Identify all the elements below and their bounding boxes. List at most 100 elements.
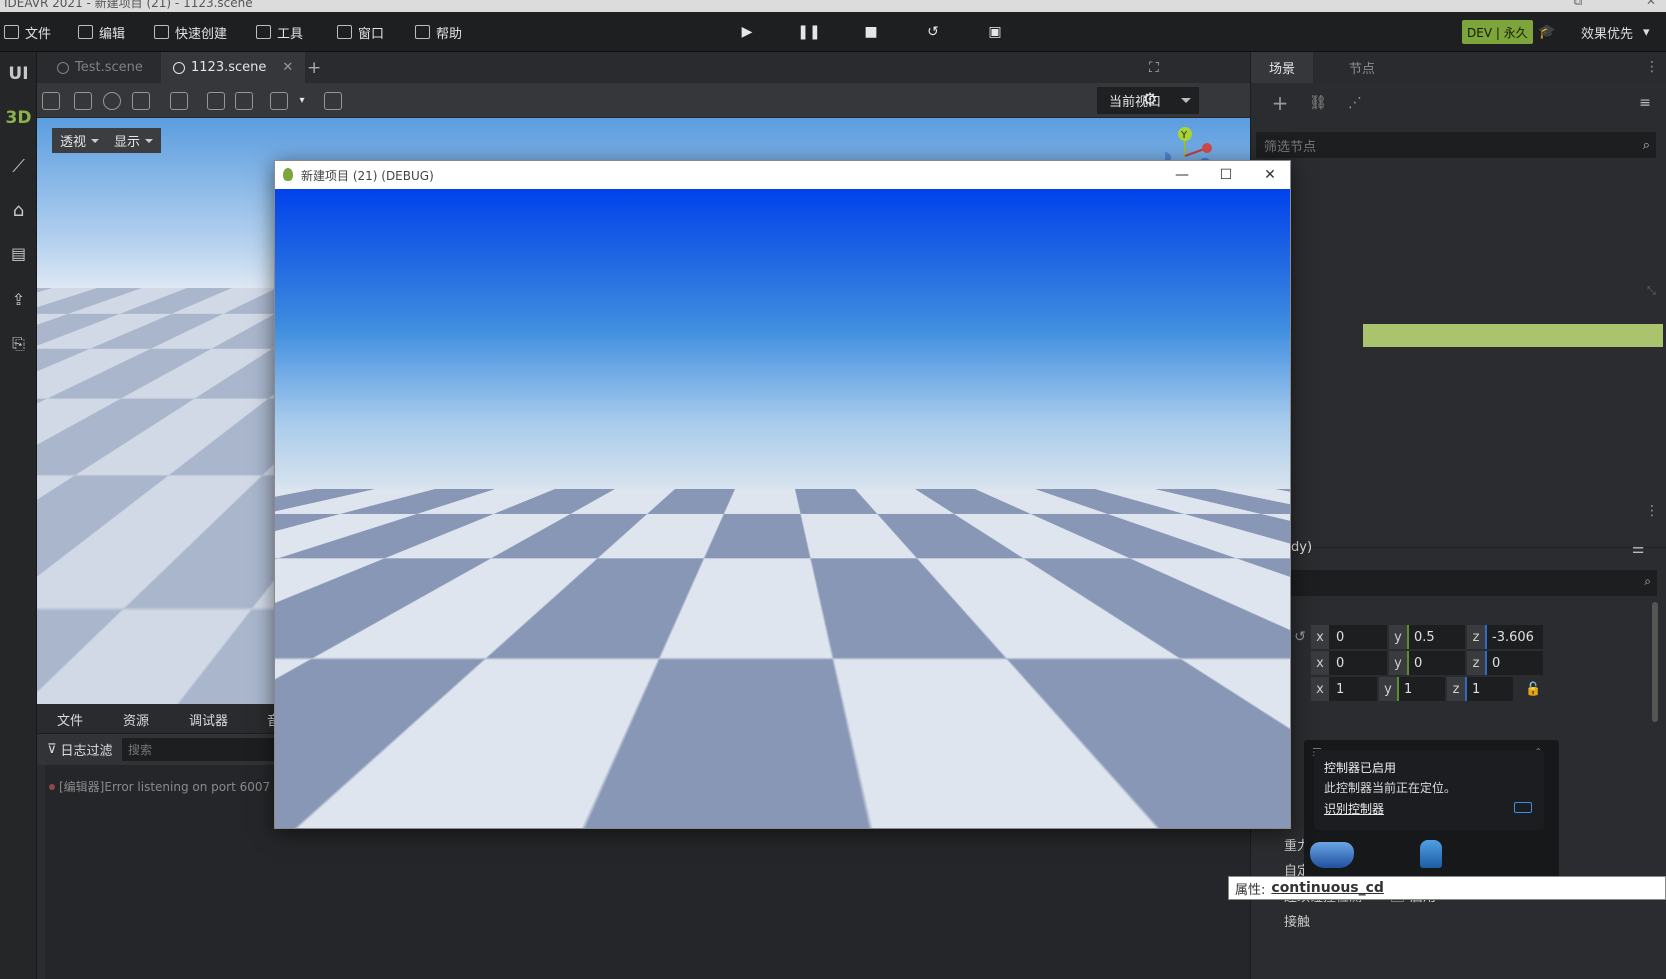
popup-body: 此控制器当前正在定位。 xyxy=(1324,781,1457,795)
viewport-toolbar: ▾ 当前视口 ⚙ xyxy=(37,83,1250,118)
log-entry[interactable]: [编辑器]Error listening on port 6007 xyxy=(49,778,270,795)
menu-label: 文件 xyxy=(25,26,52,42)
sliders-icon[interactable]: ⚌ xyxy=(1629,540,1647,558)
white-cube[interactable] xyxy=(889,555,1054,753)
lock-icon[interactable]: 🔓 xyxy=(1525,682,1541,697)
rail-ui[interactable]: UI xyxy=(0,64,37,84)
debug-title-bar[interactable]: 新建项目 (21) (DEBUG) — ☐ ✕ xyxy=(275,161,1290,189)
debug-window[interactable]: 新建项目 (21) (DEBUG) — ☐ ✕ xyxy=(274,160,1291,829)
grid-tool-icon[interactable] xyxy=(270,92,288,110)
y-label: y xyxy=(1389,625,1407,649)
store-icon[interactable]: ⌂ xyxy=(0,200,37,221)
tab-files[interactable]: 文件 xyxy=(57,704,83,734)
frame-tool-icon[interactable] xyxy=(170,92,188,110)
clapper-icon[interactable]: ▣ xyxy=(986,23,1004,41)
reset-icon[interactable]: ↺ xyxy=(1291,628,1309,646)
gear-icon[interactable]: ⚙ xyxy=(1141,90,1159,110)
controller-icon[interactable] xyxy=(1420,840,1442,868)
debug-render-view[interactable] xyxy=(275,189,1290,828)
projection-button[interactable]: 透视 xyxy=(52,128,108,153)
y-label: y xyxy=(1379,677,1397,701)
close-icon[interactable]: ✕ xyxy=(282,60,293,75)
minimize-button[interactable]: — xyxy=(1160,161,1204,189)
tab-node[interactable]: 节点 xyxy=(1331,52,1393,83)
node-filter-input[interactable]: 筛选节点 ⌕ xyxy=(1256,132,1656,158)
property-tooltip: 属性: continuous_cd xyxy=(1228,876,1666,900)
tab-debugger[interactable]: 调试器 xyxy=(189,704,228,734)
display-label: 显示 xyxy=(114,135,141,150)
tab-test-scene[interactable]: Test.scene xyxy=(45,52,155,83)
x-label: x xyxy=(1311,625,1329,649)
scale-x-input[interactable]: 1 xyxy=(1329,677,1377,701)
menu-quick-create[interactable]: 快速创建 xyxy=(154,12,227,52)
position-x-input[interactable]: 0 xyxy=(1329,625,1387,649)
undo-icon[interactable]: ↺ xyxy=(924,23,942,41)
license-badge[interactable]: DEV | 永久 xyxy=(1462,20,1533,44)
add-node-icon[interactable]: + xyxy=(1271,91,1289,115)
log-text: [编辑器]Error listening on port 6007 xyxy=(59,780,271,794)
tab-assets[interactable]: 资源 xyxy=(123,704,149,734)
log-filter-button[interactable]: ⊽ 日志过滤 xyxy=(47,734,113,765)
play-icon[interactable]: ▶ xyxy=(738,23,756,41)
add-tab-button[interactable]: + xyxy=(295,52,333,83)
identify-controller-link[interactable]: 识别控制器 xyxy=(1324,800,1384,817)
rotate-tool-icon[interactable] xyxy=(103,92,121,110)
export-icon[interactable]: ⇪ xyxy=(0,290,37,309)
scale-z-input[interactable]: 1 xyxy=(1465,677,1513,701)
position-z-input[interactable]: -3.606 xyxy=(1485,625,1543,649)
controller-popup: 控制器已启用 此控制器当前正在定位。 识别控制器 xyxy=(1314,750,1544,830)
debug-window-title: 新建项目 (21) (DEBUG) xyxy=(301,168,434,183)
menu-edit[interactable]: 编辑 xyxy=(78,12,125,52)
graduation-cap-icon[interactable]: 🎓 xyxy=(1538,23,1556,41)
rail-3d[interactable]: 3D xyxy=(0,108,37,128)
chevron-down-icon[interactable]: ▾ xyxy=(293,91,311,109)
display-button[interactable]: 显示 xyxy=(106,128,162,153)
help-icon xyxy=(415,25,430,39)
camera-icon[interactable] xyxy=(324,92,342,110)
menu-tools[interactable]: 工具 xyxy=(256,12,303,52)
snap-tool-icon[interactable] xyxy=(235,92,253,110)
axis-tool-icon[interactable] xyxy=(207,92,225,110)
component-search-input[interactable]: ⌕ xyxy=(1291,570,1657,596)
maximize-button[interactable]: ☐ xyxy=(1204,161,1248,189)
controller-dock: ☰ ⌃ 控制器已启用 此控制器当前正在定位。 识别控制器 xyxy=(1304,740,1559,878)
more-icon[interactable]: ⋮ xyxy=(1643,502,1661,520)
settings-panel-icon[interactable]: ▤ xyxy=(0,244,37,263)
menu-window[interactable]: 窗口 xyxy=(337,12,384,52)
stop-icon[interactable]: ■ xyxy=(862,23,880,41)
projection-label: 透视 xyxy=(60,135,87,150)
import-icon[interactable]: ⎘ xyxy=(0,334,37,354)
selected-node-row[interactable] xyxy=(1363,324,1663,347)
node-graph-icon[interactable]: ⋰ xyxy=(1346,94,1364,112)
close-button[interactable]: ✕ xyxy=(1248,161,1290,189)
log-search-input[interactable] xyxy=(122,738,282,761)
search-icon: ⌕ xyxy=(1642,137,1650,153)
menu-help[interactable]: 帮助 xyxy=(415,12,462,52)
screenshot-icon[interactable]: ⛶ xyxy=(1137,52,1171,83)
z-label: z xyxy=(1467,625,1485,649)
rotation-x-input[interactable]: 0 xyxy=(1329,651,1387,675)
window-controls[interactable]: ⧉ ✕ xyxy=(1574,0,1656,9)
menu-file[interactable]: 文件 xyxy=(4,12,51,52)
more-icon[interactable]: ⋮ xyxy=(1643,58,1661,76)
resize-icon[interactable]: ⤡ xyxy=(1647,284,1656,298)
move-tool-icon[interactable] xyxy=(74,92,92,110)
scene-circle-icon xyxy=(57,61,69,74)
quality-select[interactable]: 效果优先 ▾ xyxy=(1581,12,1650,52)
inspector-scrollbar[interactable] xyxy=(1652,602,1658,722)
rotation-z-input[interactable]: 0 xyxy=(1485,651,1543,675)
scale-tool-icon[interactable] xyxy=(132,92,150,110)
pause-icon[interactable]: ❚❚ xyxy=(797,23,820,41)
rotation-y-input[interactable]: 0 xyxy=(1407,651,1465,675)
tab-scene[interactable]: 场景 xyxy=(1251,52,1313,83)
path-icon[interactable]: ⟋ xyxy=(0,156,37,177)
position-y-input[interactable]: 0.5 xyxy=(1407,625,1465,649)
headset-icon[interactable] xyxy=(1310,842,1354,868)
link-icon[interactable]: ⛓ xyxy=(1309,94,1327,112)
chevron-down-icon: ▾ xyxy=(1643,24,1650,40)
select-tool-icon[interactable] xyxy=(42,92,60,110)
popup-title: 控制器已启用 xyxy=(1324,761,1397,775)
tab-1123-scene[interactable]: 1123.scene ✕ xyxy=(161,52,306,83)
scale-y-input[interactable]: 1 xyxy=(1397,677,1445,701)
list-icon[interactable]: ≡ xyxy=(1636,94,1654,112)
